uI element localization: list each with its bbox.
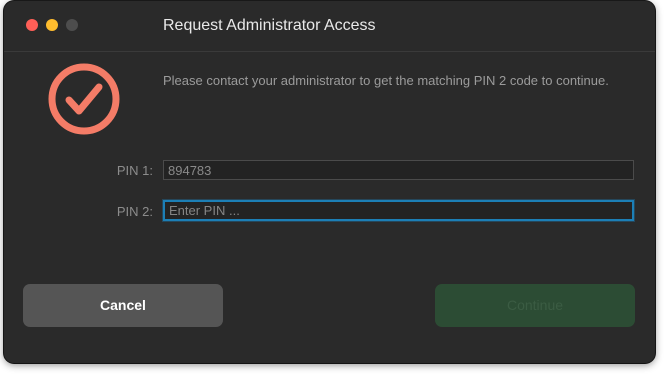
continue-button[interactable]: Continue [435,284,635,327]
checkmark-circle-icon [48,63,120,135]
cancel-button[interactable]: Cancel [23,284,223,327]
instruction-message: Please contact your administrator to get… [163,73,609,88]
titlebar: Request Administrator Access [4,1,655,51]
minimize-window-button[interactable] [46,19,58,31]
pin2-input[interactable] [163,200,634,221]
zoom-window-button[interactable] [66,19,78,31]
titlebar-divider [4,51,655,52]
request-access-dialog: Request Administrator Access Please cont… [4,1,655,363]
pin1-label: PIN 1: [116,163,153,178]
close-window-button[interactable] [26,19,38,31]
window-title: Request Administrator Access [163,17,376,34]
pin1-field[interactable] [163,160,634,180]
pin2-label: PIN 2: [116,204,153,219]
